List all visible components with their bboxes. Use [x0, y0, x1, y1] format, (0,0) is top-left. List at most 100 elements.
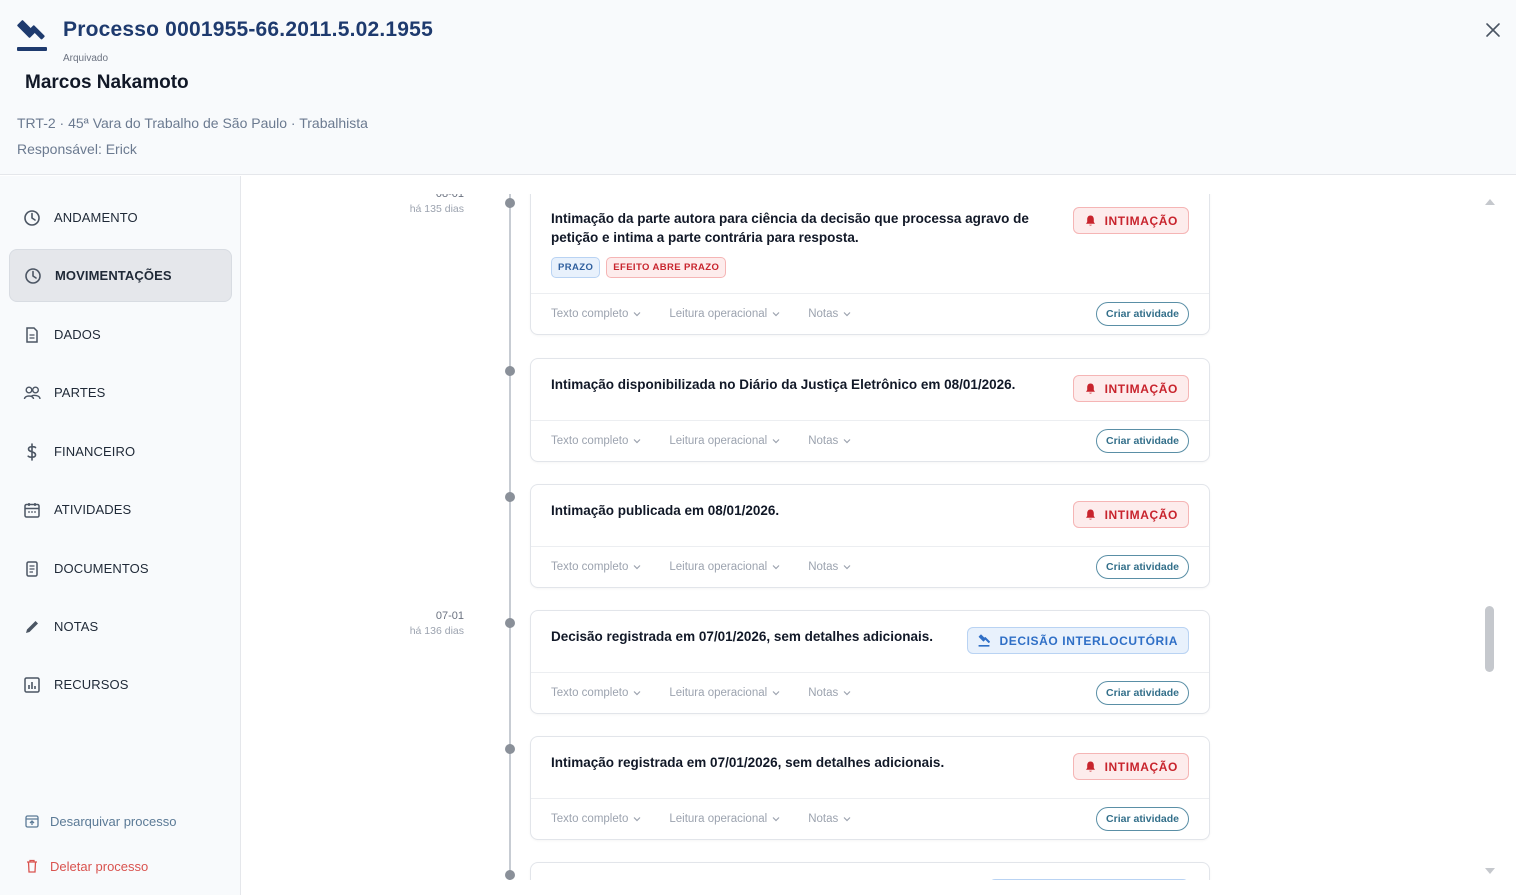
full-text-toggle[interactable]: Texto completo — [551, 813, 641, 825]
create-activity-button[interactable]: Criar atividade — [1096, 807, 1189, 831]
operational-toggle[interactable]: Leitura operacional — [669, 308, 780, 320]
create-activity-button[interactable]: Criar atividade — [1096, 555, 1189, 579]
sidebar-item-partes[interactable]: PARTES — [9, 366, 232, 419]
prazo-tag: PRAZO — [551, 257, 601, 278]
full-text-toggle[interactable]: Texto completo — [551, 561, 641, 573]
card-footer: Texto completo Leitura operacional Notas… — [531, 672, 1209, 713]
process-header: Processo 0001955-66.2011.5.02.1955 Arqui… — [0, 0, 1516, 175]
trash-icon — [27, 859, 37, 873]
tag-list: PRAZO EFEITO ABRE PRAZO — [551, 257, 1189, 278]
operational-toggle[interactable]: Leitura operacional — [669, 687, 780, 699]
movement-card: Decisão registrada em 07/01/2026, sem de… — [530, 610, 1210, 714]
full-text-label: Texto completo — [551, 308, 629, 320]
full-text-toggle[interactable]: Texto completo — [551, 435, 641, 447]
chevron-down-icon — [633, 565, 641, 570]
dollar-icon — [23, 442, 41, 461]
chevron-down-icon — [772, 817, 780, 822]
notes-label: Notas — [808, 435, 839, 447]
date-group: 07-01 há 136 dias — [241, 610, 464, 637]
notes-toggle[interactable]: Notas — [808, 813, 851, 825]
create-activity-button[interactable]: Criar atividade — [1096, 681, 1189, 705]
pencil-icon — [23, 618, 41, 636]
chevron-down-icon — [843, 817, 851, 822]
close-icon[interactable] — [1484, 21, 1502, 39]
scroll-up-arrow-icon[interactable] — [1484, 197, 1496, 207]
court-info: TRT-2 · 45ª Vara do Trabalho de São Paul… — [17, 115, 368, 131]
efeito-tag: EFEITO ABRE PRAZO — [606, 257, 727, 278]
date-group: 08-01 há 135 dias — [241, 194, 464, 215]
scroll-down-arrow-icon[interactable] — [1484, 866, 1496, 876]
date-label: 08-01 — [435, 194, 464, 200]
full-text-label: Texto completo — [551, 435, 629, 447]
sidebar-item-label: ANDAMENTO — [54, 210, 138, 225]
timeline-dot — [505, 198, 515, 208]
notes-label: Notas — [808, 561, 839, 573]
chevron-down-icon — [772, 439, 780, 444]
status-label: Arquivado — [63, 53, 109, 64]
timeline-scroll-area[interactable]: 08-01 há 135 dias 07-01 há 136 dias Inti… — [241, 194, 1481, 880]
chevron-down-icon — [633, 817, 641, 822]
sidebar-item-label: DADOS — [54, 327, 101, 342]
scrollbar-thumb[interactable] — [1485, 606, 1494, 672]
movement-text: Intimação registrada em 07/01/2026, sem … — [551, 755, 945, 770]
chevron-down-icon — [772, 691, 780, 696]
gavel-icon — [978, 634, 991, 647]
card-footer: Texto completo Leitura operacional Notas… — [531, 546, 1209, 587]
people-icon — [23, 384, 41, 402]
document-icon — [23, 326, 41, 344]
operational-label: Leitura operacional — [669, 561, 768, 573]
chevron-down-icon — [633, 439, 641, 444]
decisao-badge: DECISÃO INTERLOCUTÓRIA — [967, 627, 1189, 654]
full-text-label: Texto completo — [551, 561, 629, 573]
relative-date: há 135 dias — [409, 203, 464, 215]
card-footer: Texto completo Leitura operacional Notas… — [531, 293, 1209, 334]
full-text-toggle[interactable]: Texto completo — [551, 687, 641, 699]
movement-card — [530, 862, 1210, 880]
operational-toggle[interactable]: Leitura operacional — [669, 561, 780, 573]
notes-toggle[interactable]: Notas — [808, 308, 851, 320]
notes-label: Notas — [808, 813, 839, 825]
movement-card: Intimação publicada em 08/01/2026. INTIM… — [530, 484, 1210, 588]
create-activity-button[interactable]: Criar atividade — [1096, 302, 1189, 326]
timeline-dot — [505, 492, 515, 502]
movement-text: Intimação disponibilizada no Diário da J… — [551, 377, 1016, 392]
full-text-toggle[interactable]: Texto completo — [551, 308, 641, 320]
file-icon — [23, 560, 41, 578]
sidebar-item-notas[interactable]: NOTAS — [9, 600, 232, 653]
card-footer: Texto completo Leitura operacional Notas… — [531, 798, 1209, 839]
badge-label: INTIMAÇÃO — [1104, 759, 1178, 774]
create-activity-button[interactable]: Criar atividade — [1096, 429, 1189, 453]
clock-icon — [23, 209, 41, 227]
notes-toggle[interactable]: Notas — [808, 435, 851, 447]
card-footer: Texto completo Leitura operacional Notas… — [531, 420, 1209, 461]
sidebar-item-documentos[interactable]: DOCUMENTOS — [9, 542, 232, 595]
sidebar-item-atividades[interactable]: ATIVIDADES — [9, 483, 232, 536]
sidebar-item-recursos[interactable]: RECURSOS — [9, 658, 232, 711]
notes-toggle[interactable]: Notas — [808, 687, 851, 699]
intimacao-badge: INTIMAÇÃO — [1072, 207, 1189, 234]
chevron-down-icon — [633, 691, 641, 696]
sidebar-item-financeiro[interactable]: FINANCEIRO — [9, 425, 232, 478]
notes-toggle[interactable]: Notas — [808, 561, 851, 573]
movement-card: Intimação da parte autora para ciência d… — [530, 194, 1210, 335]
sidebar-item-label: FINANCEIRO — [54, 444, 136, 459]
timeline-line — [509, 194, 511, 880]
client-name: Marcos Nakamoto — [25, 72, 189, 93]
sidebar-item-andamento[interactable]: ANDAMENTO — [9, 191, 232, 244]
unarchive-button[interactable]: Desarquivar processo — [24, 813, 176, 829]
relative-date: há 136 dias — [409, 625, 464, 637]
badge-label: INTIMAÇÃO — [1104, 381, 1178, 396]
operational-toggle[interactable]: Leitura operacional — [669, 435, 780, 447]
full-text-label: Texto completo — [551, 687, 629, 699]
operational-label: Leitura operacional — [669, 435, 768, 447]
sidebar-item-label: RECURSOS — [54, 677, 129, 692]
operational-toggle[interactable]: Leitura operacional — [669, 813, 780, 825]
sidebar-item-movimentacoes[interactable]: MOVIMENTAÇÕES — [9, 249, 232, 302]
bell-icon — [1085, 215, 1095, 226]
delete-button[interactable]: Deletar processo — [24, 858, 148, 874]
gavel-logo-icon — [17, 20, 47, 51]
chevron-down-icon — [633, 312, 641, 317]
chevron-down-icon — [843, 565, 851, 570]
movement-text: Intimação da parte autora para ciência d… — [551, 211, 1029, 245]
sidebar-item-dados[interactable]: DADOS — [9, 308, 232, 361]
